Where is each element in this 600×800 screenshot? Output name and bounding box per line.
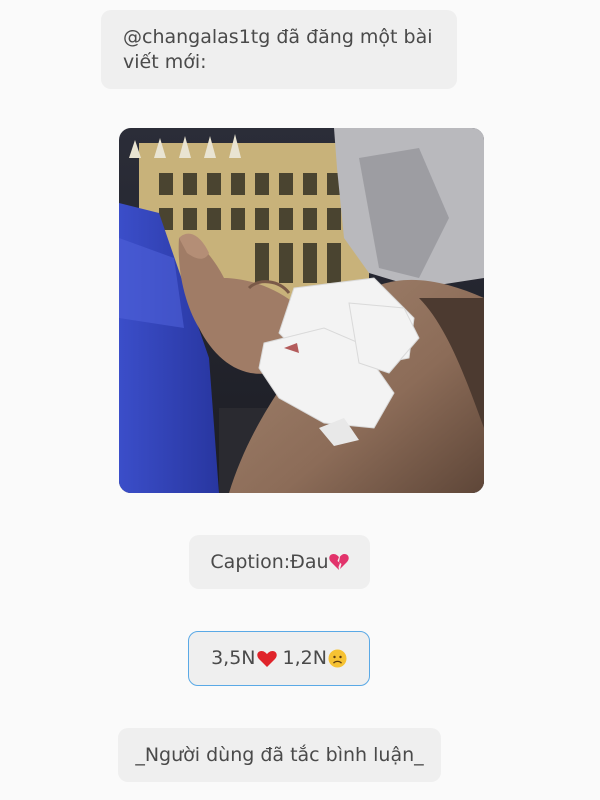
caption-text: Caption:Đau	[210, 550, 329, 573]
dislikes-count: 1,2N	[282, 647, 327, 669]
post-header-bubble: @changalas1tg đã đăng một bài viết mới:	[101, 10, 457, 89]
post-photo[interactable]	[119, 128, 484, 493]
broken-heart-icon	[328, 553, 349, 571]
sad-face-icon	[328, 649, 347, 668]
reactions-bubble[interactable]: 3,5N 1,2N	[188, 631, 370, 686]
likes-stat[interactable]: 3,5N	[211, 646, 277, 671]
heart-icon	[256, 650, 277, 668]
post-header-text: @changalas1tg đã đăng một bài viết mới:	[123, 26, 433, 73]
dislikes-stat[interactable]: 1,2N	[283, 646, 347, 671]
caption-bubble: Caption:Đau	[189, 535, 370, 589]
post-page: @changalas1tg đã đăng một bài viết mới:	[0, 0, 600, 800]
comments-disabled-text: _Người dùng đã tắc bình luận_	[135, 743, 424, 766]
likes-count: 3,5N	[211, 647, 256, 669]
injured-knee-photo	[119, 128, 484, 493]
comments-disabled-bubble: _Người dùng đã tắc bình luận_	[118, 728, 441, 782]
